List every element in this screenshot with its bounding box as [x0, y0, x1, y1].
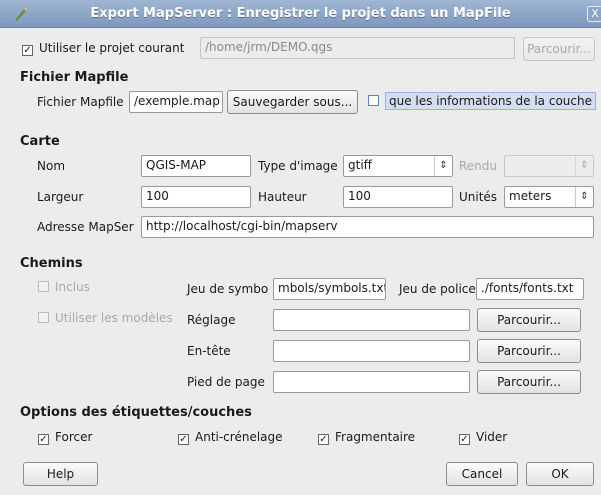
- ok-button[interactable]: OK: [526, 462, 594, 486]
- checkbox-icon: ✓: [178, 434, 189, 445]
- title-bar: Export MapServer : Enregistrer le projet…: [0, 0, 601, 28]
- units-value: meters: [509, 189, 552, 203]
- use-templates-checkbox[interactable]: Utiliser les modèles: [38, 311, 173, 325]
- checkbox-icon: [368, 95, 379, 106]
- height-input[interactable]: 100: [343, 186, 453, 208]
- dump-label: Vider: [476, 430, 508, 444]
- updown-arrow-icon: ⇕: [575, 156, 593, 176]
- map-name-label: Nom: [37, 159, 66, 173]
- width-input[interactable]: 100: [141, 186, 251, 208]
- save-as-button[interactable]: Sauvegarder sous...: [227, 90, 358, 114]
- footer-browse-button[interactable]: Parcourir...: [477, 370, 581, 394]
- updown-arrow-icon: ⇕: [575, 187, 593, 207]
- mapserver-url-input[interactable]: http://localhost/cgi-bin/mapserv: [141, 216, 594, 238]
- checkbox-icon: [38, 312, 49, 323]
- use-templates-label: Utiliser les modèles: [55, 311, 173, 325]
- mapserver-url-label: Adresse MapSer: [37, 220, 134, 234]
- image-type-value: gtiff: [348, 158, 372, 172]
- antialias-label: Anti-crénelage: [195, 430, 283, 444]
- footer-input[interactable]: [273, 371, 470, 393]
- cancel-button[interactable]: Cancel: [446, 462, 518, 486]
- fonts-label: Jeu de police: [399, 282, 476, 296]
- help-button[interactable]: Help: [23, 462, 98, 486]
- width-label: Largeur: [37, 190, 84, 204]
- checkbox-icon: ✓: [22, 45, 33, 56]
- template-input[interactable]: [273, 309, 470, 331]
- checkbox-icon: [38, 281, 49, 292]
- chemins-section-title: Chemins: [20, 256, 83, 271]
- units-label: Unités: [459, 190, 498, 204]
- mapfile-section-title: Fichier Mapfile: [20, 70, 129, 85]
- updown-arrow-icon: ⇕: [434, 156, 452, 176]
- force-checkbox[interactable]: ✓ Forcer: [38, 430, 92, 445]
- units-select[interactable]: meters ⇕: [504, 186, 594, 208]
- inclus-checkbox[interactable]: Inclus: [38, 280, 90, 294]
- checkbox-icon: ✓: [459, 434, 470, 445]
- project-browse-button[interactable]: Parcourir...: [523, 37, 595, 61]
- carte-section-title: Carte: [20, 134, 60, 149]
- header-label: En-tête: [187, 344, 231, 358]
- image-type-label: Type d'image: [258, 159, 338, 173]
- export-mapserver-dialog: Export MapServer : Enregistrer le projet…: [0, 0, 601, 495]
- template-label: Réglage: [187, 313, 236, 327]
- force-label: Forcer: [55, 430, 93, 444]
- footer-label: Pied de page: [187, 375, 265, 389]
- height-label: Hauteur: [258, 190, 307, 204]
- partials-checkbox[interactable]: ✓ Fragmentaire: [318, 430, 415, 445]
- label-options-section-title: Options des étiquettes/couches: [20, 405, 252, 420]
- dump-checkbox[interactable]: ✓ Vider: [459, 430, 507, 445]
- header-input[interactable]: [273, 340, 470, 362]
- layer-info-only-label: que les informations de la couche: [385, 92, 596, 110]
- window-title: Export MapServer : Enregistrer le projet…: [90, 6, 511, 21]
- use-current-project-checkbox[interactable]: ✓ Utiliser le projet courant: [22, 41, 184, 56]
- checkbox-icon: ✓: [318, 434, 329, 445]
- fonts-input[interactable]: ./fonts/fonts.txt: [476, 278, 584, 300]
- close-icon[interactable]: X: [587, 6, 601, 22]
- render-label: Rendu: [459, 159, 498, 173]
- header-browse-button[interactable]: Parcourir...: [477, 339, 581, 363]
- mapfile-input[interactable]: /exemple.map: [129, 91, 223, 113]
- project-path-input[interactable]: /home/jrm/DEMO.qgs: [200, 37, 515, 59]
- use-current-project-label: Utiliser le projet courant: [39, 41, 185, 55]
- layer-info-only-checkbox[interactable]: que les informations de la couche: [368, 92, 596, 110]
- map-name-input[interactable]: QGIS-MAP: [141, 155, 251, 177]
- symbols-label: Jeu de symbo: [187, 282, 269, 296]
- render-select[interactable]: ⇕: [504, 155, 594, 177]
- mapfile-label: Fichier Mapfile: [37, 95, 124, 109]
- inclus-label: Inclus: [55, 280, 90, 294]
- partials-label: Fragmentaire: [335, 430, 416, 444]
- symbols-input[interactable]: mbols/symbols.txt: [273, 278, 386, 300]
- checkbox-icon: ✓: [38, 434, 49, 445]
- antialias-checkbox[interactable]: ✓ Anti-crénelage: [178, 430, 283, 445]
- image-type-select[interactable]: gtiff ⇕: [343, 155, 453, 177]
- template-browse-button[interactable]: Parcourir...: [477, 308, 581, 332]
